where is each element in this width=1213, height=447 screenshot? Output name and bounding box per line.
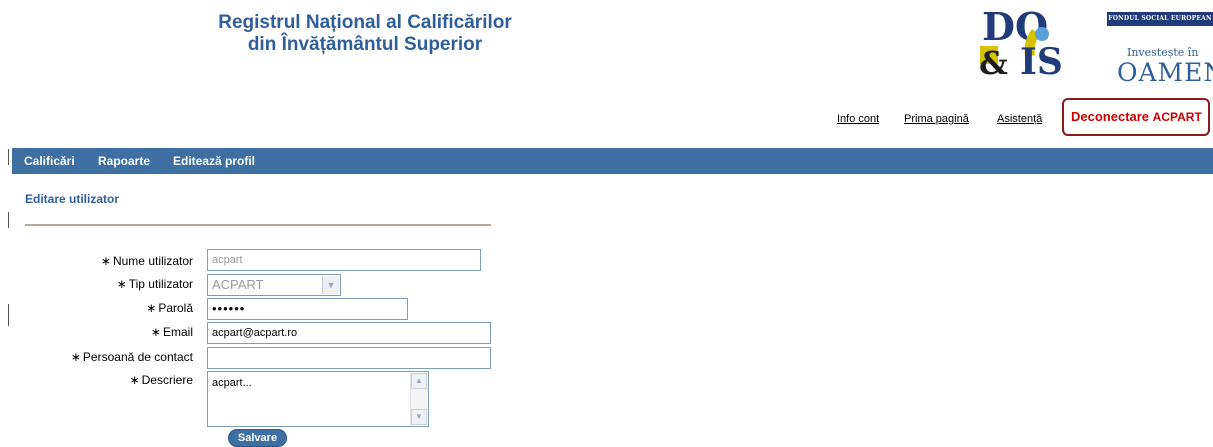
chevron-down-icon[interactable]: ▼ [322,276,339,294]
section-divider [25,224,491,226]
nav-item-edit-profile[interactable]: Editează profil [173,148,255,174]
current-user: ACPART [1152,110,1202,124]
required-marker: ∗ [129,373,140,387]
svg-text:&: & [980,44,1008,78]
main-nav: Calificări Rapoarte Editează profil [12,148,1213,174]
info-account-link[interactable]: Info cont [837,113,879,125]
margin-marker [8,212,9,228]
fse-oameni: OAMENI [1117,58,1213,87]
email-label: ∗ Email [150,325,193,339]
fse-label: FONDUL SOCIAL EUROPEAN [1107,12,1213,26]
description-value: acpart... [212,377,252,389]
required-marker: ∗ [100,254,111,268]
required-marker: ∗ [70,350,81,364]
user-type-value: ACPART [212,277,264,292]
description-label: ∗ Descriere [129,373,193,387]
home-link[interactable]: Prima pagină [904,113,969,125]
site-title-line2: din Învățământul Superior [247,34,483,55]
contact-person-label: ∗ Persoană de contact [70,350,193,364]
required-marker: ∗ [116,277,127,291]
password-label: ∗ Parolă [146,301,193,315]
margin-marker [8,304,9,326]
password-field[interactable]: •••••• [207,298,408,320]
site-title-line1: Registrul Național al Calificărilor [218,12,512,33]
logout-label: Deconectare [1071,109,1150,124]
svg-text:IS: IS [1020,41,1063,78]
page-title: Editare utilizator [25,192,120,206]
description-textarea[interactable]: acpart... ▲ ▼ [207,371,429,427]
contact-person-field[interactable] [207,347,491,369]
help-link[interactable]: Asistență [997,113,1042,125]
user-type-select[interactable]: ACPART ▼ [207,274,341,296]
margin-marker [8,149,9,165]
user-type-label: ∗ Tip utilizator [116,277,193,291]
logout-button[interactable]: Deconectare ACPART [1062,98,1210,136]
fse-logo: FONDUL SOCIAL EUROPEAN Investește în OAM… [1107,0,1213,87]
textarea-scrollbar[interactable]: ▲ ▼ [410,373,427,425]
scroll-up-icon[interactable]: ▲ [411,373,427,389]
docis-logo: DO & IS [980,6,1063,78]
required-marker: ∗ [146,301,157,315]
required-marker: ∗ [150,325,161,339]
site-title: Registrul Național al Calificărilor din … [130,12,600,56]
username-field[interactable]: acpart [207,249,481,271]
email-field[interactable]: acpart@acpart.ro [207,322,491,344]
save-button[interactable]: Salvare [228,429,287,447]
scroll-down-icon[interactable]: ▼ [411,409,427,425]
username-label: ∗ Nume utilizator [100,254,193,268]
nav-item-rapoarte[interactable]: Rapoarte [98,148,150,174]
nav-item-calificari[interactable]: Calificări [24,148,75,174]
